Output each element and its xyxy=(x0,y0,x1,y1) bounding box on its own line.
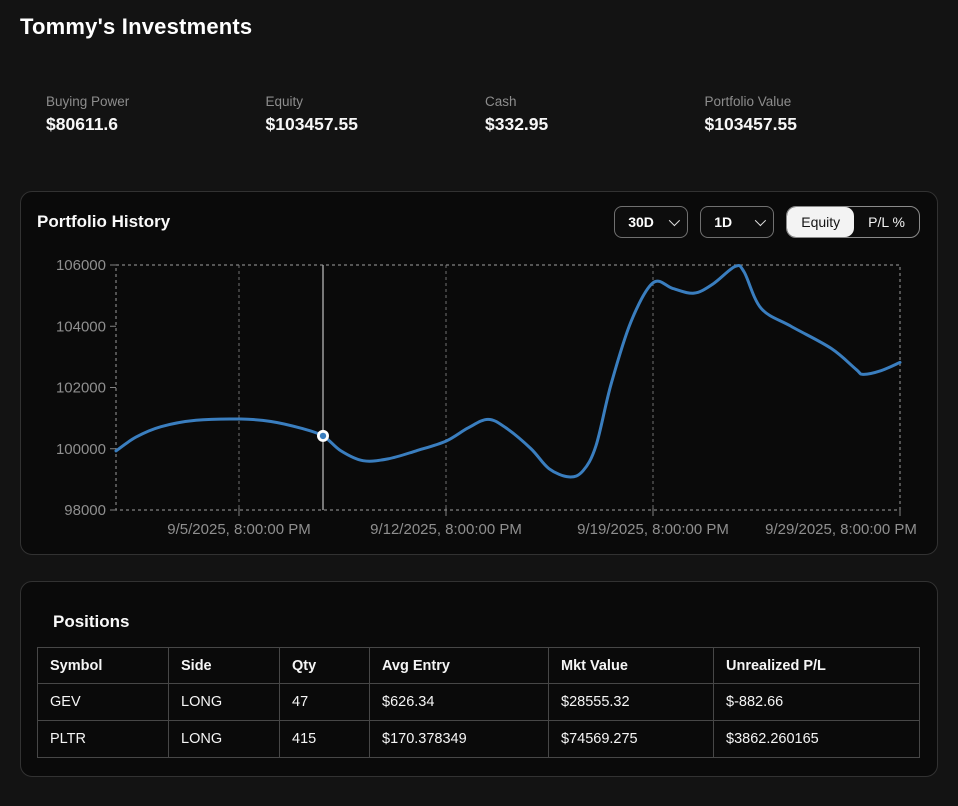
table-header-row: Symbol Side Qty Avg Entry Mkt Value Unre… xyxy=(38,648,920,684)
range-select[interactable]: 30D xyxy=(614,206,688,238)
interval-select[interactable]: 1D xyxy=(700,206,774,238)
chevron-down-icon xyxy=(669,215,680,226)
stat-value: $80611.6 xyxy=(46,114,266,135)
cell-avg-entry: $626.34 xyxy=(370,684,549,721)
cell-side: LONG xyxy=(169,721,280,758)
stat-equity: Equity $103457.55 xyxy=(266,94,486,135)
svg-text:9/29/2025, 8:00:00 PM: 9/29/2025, 8:00:00 PM xyxy=(765,521,917,538)
cell-mkt-value: $74569.275 xyxy=(549,721,714,758)
stat-value: $103457.55 xyxy=(705,114,925,135)
svg-text:9/19/2025, 8:00:00 PM: 9/19/2025, 8:00:00 PM xyxy=(577,521,729,538)
stat-value: $332.95 xyxy=(485,114,705,135)
cell-symbol: GEV xyxy=(38,684,169,721)
cell-qty: 415 xyxy=(280,721,370,758)
stat-label: Equity xyxy=(266,94,486,109)
chart-controls: 30D 1D Equity P/L % xyxy=(614,206,920,238)
portfolio-history-card: Portfolio History 30D 1D Equity P/L % 98… xyxy=(20,191,938,555)
column-header-side: Side xyxy=(169,648,280,684)
stat-portfolio-value: Portfolio Value $103457.55 xyxy=(705,94,925,135)
cell-symbol: PLTR xyxy=(38,721,169,758)
column-header-symbol: Symbol xyxy=(38,648,169,684)
portfolio-history-chart[interactable]: 98000 100000 102000 104000 106000 9/5/2025, 8… xyxy=(21,192,937,554)
positions-table: Symbol Side Qty Avg Entry Mkt Value Unre… xyxy=(37,647,920,758)
column-header-mkt-value: Mkt Value xyxy=(549,648,714,684)
stat-label: Buying Power xyxy=(46,94,266,109)
svg-text:98000: 98000 xyxy=(64,502,106,519)
column-header-avg-entry: Avg Entry xyxy=(370,648,549,684)
chart-mode-toggle: Equity P/L % xyxy=(786,206,920,238)
table-row: GEV LONG 47 $626.34 $28555.32 $-882.66 xyxy=(38,684,920,721)
chevron-down-icon xyxy=(755,215,766,226)
pl-percent-toggle-button[interactable]: P/L % xyxy=(854,207,919,237)
stat-buying-power: Buying Power $80611.6 xyxy=(46,94,266,135)
svg-text:9/5/2025, 8:00:00 PM: 9/5/2025, 8:00:00 PM xyxy=(167,521,310,538)
svg-text:104000: 104000 xyxy=(56,318,106,335)
svg-text:102000: 102000 xyxy=(56,380,106,397)
stat-value: $103457.55 xyxy=(266,114,486,135)
cell-avg-entry: $170.378349 xyxy=(370,721,549,758)
table-row: PLTR LONG 415 $170.378349 $74569.275 $38… xyxy=(38,721,920,758)
svg-text:9/12/2025, 8:00:00 PM: 9/12/2025, 8:00:00 PM xyxy=(370,521,522,538)
column-header-qty: Qty xyxy=(280,648,370,684)
account-stats: Buying Power $80611.6 Equity $103457.55 … xyxy=(46,94,924,135)
cell-unrealized-pl: $-882.66 xyxy=(714,684,920,721)
page-title: Tommy's Investments xyxy=(20,0,938,40)
cell-mkt-value: $28555.32 xyxy=(549,684,714,721)
range-select-value: 30D xyxy=(628,214,654,230)
positions-card: Positions Symbol Side Qty Avg Entry Mkt … xyxy=(20,581,938,777)
svg-text:100000: 100000 xyxy=(56,441,106,458)
cell-qty: 47 xyxy=(280,684,370,721)
cell-side: LONG xyxy=(169,684,280,721)
portfolio-history-header: Portfolio History 30D 1D Equity P/L % xyxy=(21,192,937,238)
svg-text:106000: 106000 xyxy=(56,257,106,274)
dashboard-page: Tommy's Investments Buying Power $80611.… xyxy=(0,0,958,777)
positions-title: Positions xyxy=(21,582,937,632)
equity-toggle-button[interactable]: Equity xyxy=(787,207,854,237)
stat-cash: Cash $332.95 xyxy=(485,94,705,135)
portfolio-history-title: Portfolio History xyxy=(37,212,170,232)
interval-select-value: 1D xyxy=(714,214,732,230)
stat-label: Cash xyxy=(485,94,705,109)
stat-label: Portfolio Value xyxy=(705,94,925,109)
cell-unrealized-pl: $3862.260165 xyxy=(714,721,920,758)
column-header-unrealized-pl: Unrealized P/L xyxy=(714,648,920,684)
